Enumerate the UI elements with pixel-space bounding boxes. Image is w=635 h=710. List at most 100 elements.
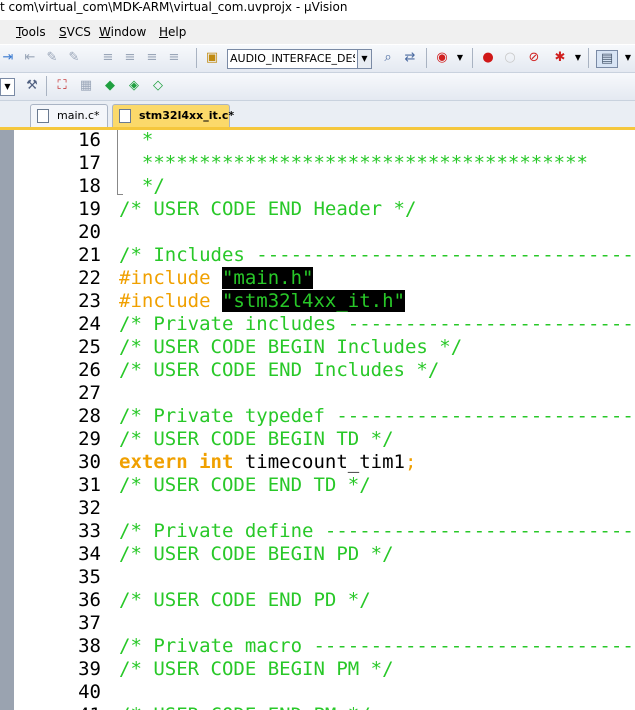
line-number: 32 [78, 497, 101, 519]
line-number: 29 [78, 428, 101, 450]
line-number: 37 [78, 612, 101, 634]
code-line[interactable]: 34 /* USER CODE BEGIN PD */ [14, 543, 635, 566]
code-line[interactable]: 19 /* USER CODE END Header */ [14, 198, 635, 221]
code-text: * [119, 130, 153, 152]
menu-svcs[interactable]: SVCS [59, 25, 91, 39]
target-combo[interactable]: AUDIO_INTERFACE_DESC ▼ [227, 49, 372, 69]
code-token: /* USER CODE END TD */ [119, 474, 371, 496]
code-token: */ [119, 175, 165, 197]
line-number: 22 [78, 267, 101, 289]
code-token: *************************************** [119, 152, 588, 174]
bookmark-clear-icon[interactable]: ≡ [144, 50, 160, 66]
code-line[interactable]: 36 /* USER CODE END PD */ [14, 589, 635, 612]
code-token: /* USER CODE END PD */ [119, 589, 371, 611]
debug-icon[interactable]: ◉ [434, 50, 450, 66]
line-number: 26 [78, 359, 101, 381]
code-line[interactable]: 41 /* USER CODE END PM */ [14, 704, 635, 710]
tab-main-c[interactable]: main.c* [30, 104, 108, 127]
window-layout-icon[interactable]: ▤ [596, 50, 618, 68]
code-text: /* USER CODE BEGIN TD */ [119, 428, 394, 451]
line-number: 19 [78, 198, 101, 220]
code-line[interactable]: 16 * [14, 130, 635, 152]
code-text: /* USER CODE END TD */ [119, 474, 371, 497]
code-line[interactable]: 26 /* USER CODE END Includes */ [14, 359, 635, 382]
code-text: #include "stm32l4xx_it.h" [119, 290, 405, 313]
breakpoint-disable-icon[interactable]: ○ [502, 50, 518, 66]
breakpoint-insert-icon[interactable]: ● [480, 50, 496, 66]
code-line[interactable]: 23 #include "stm32l4xx_it.h" [14, 290, 635, 313]
code-text: /* USER CODE BEGIN Includes */ [119, 336, 462, 359]
line-number: 35 [78, 566, 101, 588]
code-line[interactable]: 30 extern int timecount_tim1; [14, 451, 635, 474]
code-token: /* Private macro -----------------------… [119, 635, 635, 657]
code-line[interactable]: 28 /* Private typedef -------------------… [14, 405, 635, 428]
uncomment-icon[interactable]: ✎ [66, 50, 82, 66]
line-number: 41 [78, 704, 101, 710]
translate-icon[interactable]: ⇄ [402, 50, 418, 66]
code-line[interactable]: 27 [14, 382, 635, 405]
code-line[interactable]: 39 /* USER CODE BEGIN PM */ [14, 658, 635, 681]
code-token: timecount_tim1 [244, 451, 405, 473]
line-number: 24 [78, 313, 101, 335]
code-token: * [119, 130, 154, 151]
toolbar-separator [426, 48, 427, 68]
code-text: /* USER CODE END Header */ [119, 198, 416, 221]
pack-installer-icon[interactable]: ◆ [102, 78, 118, 94]
chevron-down-icon[interactable]: ▼ [452, 50, 468, 66]
breakpoint-manage-icon[interactable]: ✱ [552, 50, 568, 66]
code-editor[interactable]: 16 * 17 *********************************… [14, 130, 635, 710]
line-number: 23 [78, 290, 101, 312]
unindent-icon[interactable]: ⇤ [22, 50, 38, 66]
indent-icon[interactable]: ⇥ [0, 50, 16, 66]
breakpoint-kill-icon[interactable]: ⊘ [526, 50, 542, 66]
code-line[interactable]: 24 /* Private includes ------------------… [14, 313, 635, 336]
code-line[interactable]: 22 #include "main.h" [14, 267, 635, 290]
code-line[interactable]: 37 [14, 612, 635, 635]
code-text: extern int timecount_tim1; [119, 451, 416, 474]
code-line[interactable]: 32 [14, 497, 635, 520]
code-token: /* USER CODE BEGIN PM */ [119, 658, 394, 680]
wand-icon[interactable]: ⚒ [24, 78, 40, 94]
chevron-down-icon[interactable]: ▼ [620, 50, 635, 66]
code-token: /* Private includes --------------------… [119, 313, 635, 335]
tab-stm32l4xx-it-c[interactable]: stm32l4xx_it.c* [112, 104, 234, 127]
comment-icon[interactable]: ✎ [44, 50, 60, 66]
code-text: /* USER CODE END Includes */ [119, 359, 439, 382]
code-line[interactable]: 31 /* USER CODE END TD */ [14, 474, 635, 497]
chevron-down-icon[interactable]: ▼ [570, 50, 586, 66]
line-number: 25 [78, 336, 101, 358]
open-file-icon[interactable]: ▣ [204, 50, 220, 66]
code-line[interactable]: 20 [14, 221, 635, 244]
code-line[interactable]: 21 /* Includes --------------------------… [14, 244, 635, 267]
environment-icon[interactable]: ◇ [150, 78, 166, 94]
menu-tools[interactable]: Tools [16, 25, 46, 39]
component-icon[interactable]: ◈ [126, 78, 142, 94]
code-token: #include [119, 267, 222, 289]
menu-help[interactable]: Help [159, 25, 186, 39]
code-text: /* USER CODE END PD */ [119, 589, 371, 612]
load-icon[interactable]: ⛶ [54, 78, 70, 94]
find-in-files-icon[interactable]: ⌕ [380, 50, 396, 66]
manage-project-icon[interactable]: ▦ [78, 78, 94, 94]
file-tab-strip: main.c* stm32l4xx_it.c* [0, 101, 635, 130]
code-line[interactable]: 35 [14, 566, 635, 589]
line-number: 21 [78, 244, 101, 266]
line-number: 20 [78, 221, 101, 243]
code-text: /* Private define ----------------------… [119, 520, 635, 543]
code-line[interactable]: 18 */ [14, 175, 635, 198]
code-text: /* Private typedef ---------------------… [119, 405, 635, 428]
window-title: t com\virtual_com\MDK-ARM\virtual_com.uv… [0, 0, 348, 14]
bookmark-next-icon[interactable]: ≡ [122, 50, 138, 66]
menu-bar: Tools SVCS Window Help [0, 20, 635, 44]
code-line[interactable]: 17 *************************************… [14, 152, 635, 175]
code-line[interactable]: 33 /* Private define --------------------… [14, 520, 635, 543]
chevron-down-icon[interactable]: ▼ [0, 78, 15, 96]
menu-window[interactable]: Window [99, 25, 146, 39]
bookmark-prev-icon[interactable]: ≡ [100, 50, 116, 66]
code-line[interactable]: 40 [14, 681, 635, 704]
code-line[interactable]: 38 /* Private macro ---------------------… [14, 635, 635, 658]
bookmark-toggle-icon[interactable]: ≡ [166, 50, 182, 66]
code-line[interactable]: 25 /* USER CODE BEGIN Includes */ [14, 336, 635, 359]
code-line[interactable]: 29 /* USER CODE BEGIN TD */ [14, 428, 635, 451]
chevron-down-icon[interactable]: ▼ [357, 50, 371, 68]
